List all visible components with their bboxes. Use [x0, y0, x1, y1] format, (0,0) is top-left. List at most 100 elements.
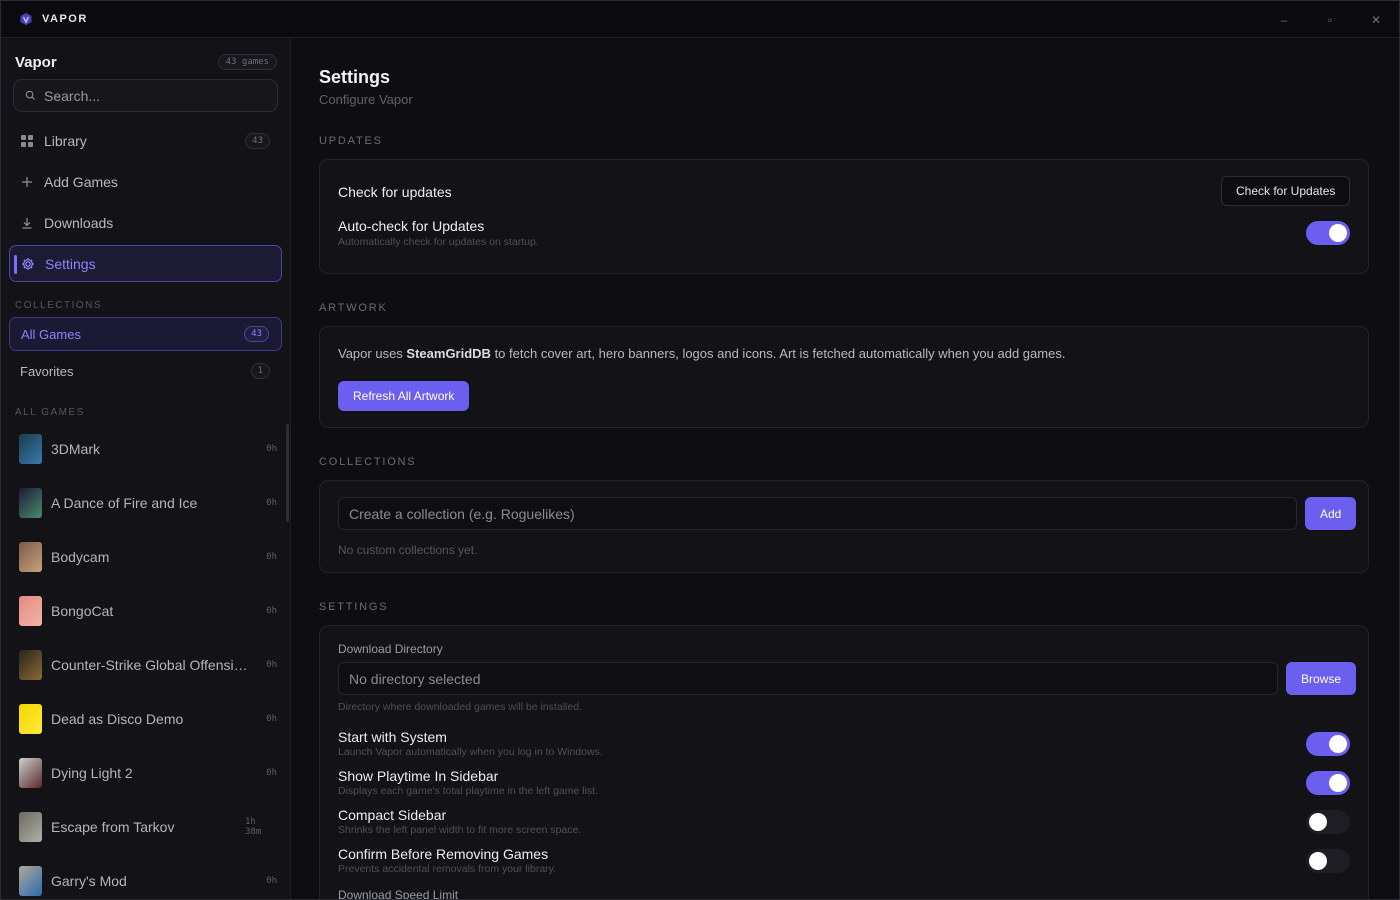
collections-section-label: COLLECTIONS: [15, 300, 103, 311]
sidebar: Vapor 43 games Library 43 Add Games: [1, 39, 291, 899]
add-collection-button[interactable]: Add: [1305, 497, 1357, 530]
toggle-knob: [1309, 852, 1327, 870]
artwork-card: Vapor uses SteamGridDB to fetch cover ar…: [319, 326, 1369, 428]
auto-check-toggle[interactable]: [1306, 221, 1350, 245]
updates-section-heading: UPDATES: [319, 135, 383, 147]
collection-count-badge: 43: [244, 326, 269, 342]
game-row-garrys-mod[interactable]: Garry's Mod 0h: [9, 856, 279, 899]
game-name: BongoCat: [51, 603, 114, 619]
grid-icon: [20, 134, 34, 148]
sidebar-title: Vapor: [15, 53, 57, 71]
search-input[interactable]: [44, 87, 254, 104]
check-updates-label: Check for updates: [338, 184, 452, 200]
no-collections-message: No custom collections yet.: [338, 543, 478, 557]
game-playtime: 0h: [266, 714, 277, 724]
start-with-system-description: Launch Vapor automatically when you log …: [338, 746, 603, 758]
game-cover-thumbnail: [19, 596, 42, 626]
show-playtime-toggle[interactable]: [1306, 771, 1350, 795]
sidebar-header: Vapor 43 games: [15, 52, 277, 72]
nav-downloads-label: Downloads: [44, 214, 114, 231]
game-name: Dead as Disco Demo: [51, 711, 184, 727]
all-games-section-label: ALL GAMES: [15, 407, 85, 418]
auto-check-title: Auto-check for Updates: [338, 218, 485, 234]
show-playtime-description: Displays each game's total playtime in t…: [338, 785, 598, 797]
game-name: A Dance of Fire and Ice: [51, 495, 198, 511]
maximize-button[interactable]: ▫: [1307, 1, 1353, 38]
start-with-system-toggle[interactable]: [1306, 732, 1350, 756]
nav-add-games-label: Add Games: [44, 173, 118, 190]
window-controls: – ▫ ✕: [1261, 1, 1399, 38]
game-row-bodycam[interactable]: Bodycam 0h: [9, 532, 279, 582]
game-cover-thumbnail: [19, 488, 42, 518]
download-speed-limit-label: Download Speed Limit: [338, 888, 459, 900]
compact-sidebar-description: Shrinks the left panel width to fit more…: [338, 824, 582, 836]
confirm-remove-toggle[interactable]: [1306, 849, 1350, 873]
title-bar[interactable]: VAPOR – ▫ ✕: [1, 1, 1399, 38]
game-playtime: 0h: [266, 444, 277, 454]
nav-settings-label: Settings: [45, 255, 96, 272]
game-name: Escape from Tarkov: [51, 819, 175, 835]
general-settings-card: Download Directory Browse Directory wher…: [319, 625, 1369, 900]
nav-downloads[interactable]: Downloads: [9, 204, 282, 241]
game-name: Garry's Mod: [51, 873, 127, 889]
toggle-knob: [1329, 224, 1347, 242]
refresh-all-artwork-button[interactable]: Refresh All Artwork: [338, 381, 470, 411]
download-directory-input[interactable]: [338, 662, 1278, 695]
plus-icon: [20, 175, 34, 189]
collection-all-games[interactable]: All Games 43: [9, 317, 282, 351]
start-with-system-title: Start with System: [338, 729, 447, 745]
close-button[interactable]: ✕: [1353, 1, 1399, 38]
nav-library[interactable]: Library 43: [9, 122, 282, 159]
toggle-knob: [1309, 813, 1327, 831]
game-cover-thumbnail: [19, 542, 42, 572]
minimize-button[interactable]: –: [1261, 1, 1307, 38]
confirm-remove-description: Prevents accidental removals from your l…: [338, 863, 557, 875]
page-subtitle: Configure Vapor: [319, 92, 413, 107]
game-cover-thumbnail: [19, 650, 42, 680]
game-row-dead-as-disco-demo[interactable]: Dead as Disco Demo 0h: [9, 694, 279, 744]
collections-section-heading: COLLECTIONS: [319, 456, 417, 468]
collection-favorites[interactable]: Favorites 1: [9, 354, 282, 388]
check-for-updates-button[interactable]: Check for Updates: [1221, 176, 1351, 206]
game-row-a-dance-of-fire-and-ice[interactable]: A Dance of Fire and Ice 0h: [9, 478, 279, 528]
show-playtime-title: Show Playtime In Sidebar: [338, 768, 499, 784]
new-collection-input[interactable]: [338, 497, 1297, 530]
settings-section-heading: SETTINGS: [319, 601, 389, 613]
game-row-counter-strike[interactable]: Counter-Strike Global Offensive 0h: [9, 640, 279, 690]
game-count-badge: 43 games: [217, 54, 277, 70]
game-cover-thumbnail: [19, 704, 42, 734]
sidebar-scrollbar[interactable]: [286, 424, 289, 522]
game-cover-thumbnail: [19, 758, 42, 788]
game-playtime: 0h: [266, 768, 277, 778]
browse-button[interactable]: Browse: [1286, 662, 1357, 695]
download-directory-label: Download Directory: [338, 642, 443, 656]
game-playtime: 0h: [266, 660, 277, 670]
toggle-knob: [1329, 735, 1347, 753]
game-row-dying-light-2[interactable]: Dying Light 2 0h: [9, 748, 279, 798]
download-icon: [20, 216, 34, 230]
collection-label: All Games: [21, 326, 81, 342]
app-window: VAPOR – ▫ ✕ Vapor 43 games Library 43: [0, 0, 1400, 900]
artwork-description: Vapor uses SteamGridDB to fetch cover ar…: [338, 346, 1066, 361]
game-playtime: 0h: [266, 606, 277, 616]
game-row-escape-from-tarkov[interactable]: Escape from Tarkov 1h 38m: [9, 802, 279, 852]
nav-library-label: Library: [44, 132, 87, 149]
game-cover-thumbnail: [19, 812, 42, 842]
compact-sidebar-toggle[interactable]: [1306, 810, 1350, 834]
auto-check-description: Automatically check for updates on start…: [338, 236, 539, 248]
search-box[interactable]: [13, 79, 278, 112]
game-name: Dying Light 2: [51, 765, 133, 781]
game-playtime: 0h: [266, 876, 277, 886]
search-icon: [25, 90, 36, 101]
nav-add-games[interactable]: Add Games: [9, 163, 282, 200]
nav-settings[interactable]: Settings: [9, 245, 282, 282]
game-row-3dmark[interactable]: 3DMark 0h: [9, 424, 279, 474]
app-title: VAPOR: [42, 13, 88, 25]
game-row-bongocat[interactable]: BongoCat 0h: [9, 586, 279, 636]
game-name: 3DMark: [51, 441, 101, 457]
artwork-section-heading: ARTWORK: [319, 302, 388, 314]
toggle-knob: [1329, 774, 1347, 792]
confirm-remove-title: Confirm Before Removing Games: [338, 846, 549, 862]
game-playtime: 0h: [266, 498, 277, 508]
vapor-logo-icon: [20, 13, 32, 25]
